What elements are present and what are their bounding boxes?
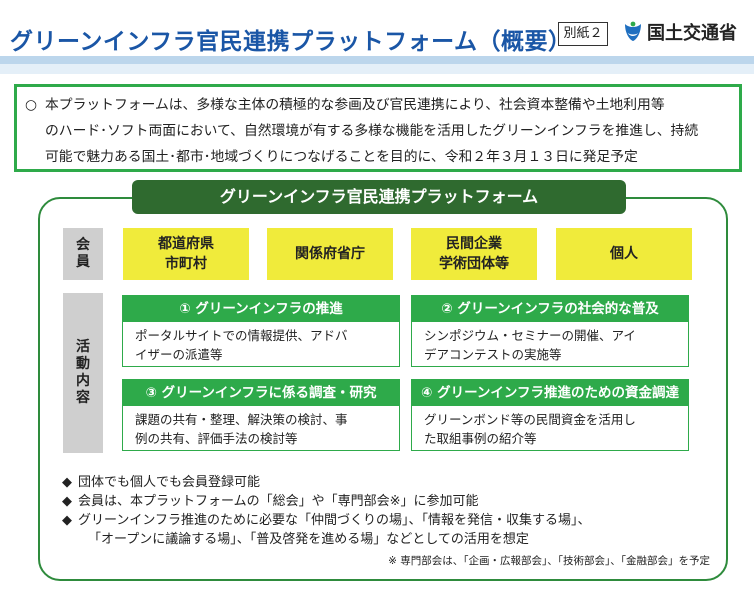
member-text: 都道府県 bbox=[158, 236, 214, 252]
activity-body-line: デアコンテストの実施等 bbox=[424, 347, 562, 362]
diamond-bullet: ◆ bbox=[62, 494, 72, 509]
member-label: 会 員 bbox=[63, 228, 103, 280]
note-text: 会員は、本プラットフォームの「総会」や「専門部会※」に参加可能 bbox=[78, 494, 479, 509]
activity-label-char: 容 bbox=[76, 390, 90, 406]
summary-line: のハード･ソフト両面において、自然環境が有する多様な機能を活用したグリーンインフ… bbox=[25, 118, 731, 144]
activity-body-line: た取組事例の紹介等 bbox=[424, 431, 537, 446]
activity-dissemination: ② グリーンインフラの社会的な普及 シンポジウム・セミナーの開催、アイ デアコン… bbox=[411, 295, 689, 367]
note-item-continued: 「オープンに議論する場」、「普及啓発を進める場」などとしての活用を想定 bbox=[62, 530, 590, 549]
note-item: ◆ 団体でも個人でも会員登録可能 bbox=[62, 473, 590, 492]
activity-title: ④ グリーンインフラ推進のための資金調達 bbox=[412, 380, 688, 406]
ministry-logo: 国土交通省 bbox=[622, 18, 737, 46]
activity-funding: ④ グリーンインフラ推進のための資金調達 グリーンボンド等の民間資金を活用し た… bbox=[411, 379, 689, 451]
activity-label: 活 動 内 容 bbox=[63, 293, 103, 453]
mlit-logo-icon bbox=[622, 20, 644, 44]
summary-line: 可能で魅力ある国土･都市･地域づくりにつなげることを目的に、令和２年３月１３日に… bbox=[25, 144, 731, 170]
diamond-bullet: ◆ bbox=[62, 475, 72, 490]
member-text: 関係府省庁 bbox=[295, 246, 365, 262]
activity-body-line: シンポジウム・セミナーの開催、アイ bbox=[424, 328, 636, 343]
member-label-char: 会 bbox=[76, 237, 90, 253]
note-text: グリーンインフラ推進のために必要な「仲間づくりの場」、「情報を発信・収集する場」… bbox=[78, 513, 591, 528]
activity-title: ② グリーンインフラの社会的な普及 bbox=[412, 296, 688, 322]
note-text: 団体でも個人でも会員登録可能 bbox=[78, 475, 261, 490]
summary-box: ○ 本プラットフォームは、多様な主体の積極的な参画及び官民連携により、社会資本整… bbox=[14, 84, 742, 172]
activity-label-char: 動 bbox=[76, 356, 90, 372]
summary-text: 本プラットフォームは、多様な主体の積極的な参画及び官民連携により、社会資本整備や… bbox=[45, 97, 665, 113]
activity-label-char: 内 bbox=[76, 373, 90, 389]
summary-text: 可能で魅力ある国土･都市･地域づくりにつなげることを目的に、令和２年３月１３日に… bbox=[45, 149, 638, 165]
activity-body-line: イザーの派遣等 bbox=[135, 347, 223, 362]
member-label-char: 員 bbox=[76, 254, 90, 270]
activity-body: ポータルサイトでの情報提供、アドバ イザーの派遣等 bbox=[123, 322, 399, 364]
activity-body-line: ポータルサイトでの情報提供、アドバ bbox=[135, 328, 348, 343]
summary-line: ○ 本プラットフォームは、多様な主体の積極的な参画及び官民連携により、社会資本整… bbox=[25, 92, 731, 118]
note-item: ◆ 会員は、本プラットフォームの「総会」や「専門部会※」に参加可能 bbox=[62, 492, 590, 511]
member-text: 学術団体等 bbox=[439, 256, 509, 272]
header-divider bbox=[0, 56, 754, 64]
activity-body: グリーンボンド等の民間資金を活用し た取組事例の紹介等 bbox=[412, 406, 688, 448]
activity-body-line: グリーンボンド等の民間資金を活用し bbox=[424, 412, 636, 427]
header-divider-light bbox=[0, 64, 754, 74]
activity-promotion: ① グリーンインフラの推進 ポータルサイトでの情報提供、アドバ イザーの派遣等 bbox=[122, 295, 400, 367]
member-ministries: 関係府省庁 bbox=[267, 228, 393, 280]
activity-body: シンポジウム・セミナーの開催、アイ デアコンテストの実施等 bbox=[412, 322, 688, 364]
summary-text: のハード･ソフト両面において、自然環境が有する多様な機能を活用したグリーンインフ… bbox=[45, 123, 699, 139]
page-title: グリーンインフラ官民連携プラットフォーム（概要） bbox=[10, 29, 572, 55]
activity-body-line: 例の共有、評価手法の検討等 bbox=[135, 431, 298, 446]
notes-list: ◆ 団体でも個人でも会員登録可能 ◆ 会員は、本プラットフォームの「総会」や「専… bbox=[62, 473, 590, 549]
footnote: ※ 専門部会は、「企画・広報部会」、「技術部会」、「金融部会」を予定 bbox=[388, 555, 710, 567]
diamond-bullet: ◆ bbox=[62, 513, 72, 528]
ministry-name: 国土交通省 bbox=[647, 23, 737, 44]
activity-title: ③ グリーンインフラに係る調査・研究 bbox=[123, 380, 399, 406]
activity-title: ① グリーンインフラの推進 bbox=[123, 296, 399, 322]
member-prefecture: 都道府県 市町村 bbox=[123, 228, 249, 280]
activity-label-char: 活 bbox=[76, 339, 90, 355]
note-text: 「オープンに議論する場」、「普及啓発を進める場」などとしての活用を想定 bbox=[88, 532, 529, 547]
member-text: 個人 bbox=[610, 246, 638, 262]
activity-body-line: 課題の共有・整理、解決策の検討、事 bbox=[135, 412, 348, 427]
activity-body: 課題の共有・整理、解決策の検討、事 例の共有、評価手法の検討等 bbox=[123, 406, 399, 448]
activity-research: ③ グリーンインフラに係る調査・研究 課題の共有・整理、解決策の検討、事 例の共… bbox=[122, 379, 400, 451]
platform-banner: グリーンインフラ官民連携プラットフォーム bbox=[132, 180, 626, 214]
member-text: 市町村 bbox=[165, 256, 207, 272]
note-item: ◆ グリーンインフラ推進のために必要な「仲間づくりの場」、「情報を発信・収集する… bbox=[62, 511, 590, 530]
circle-bullet: ○ bbox=[25, 97, 38, 113]
member-text: 民間企業 bbox=[446, 236, 502, 252]
member-private: 民間企業 学術団体等 bbox=[411, 228, 537, 280]
annex-label: 別紙２ bbox=[558, 22, 608, 46]
member-individual: 個人 bbox=[556, 228, 692, 280]
